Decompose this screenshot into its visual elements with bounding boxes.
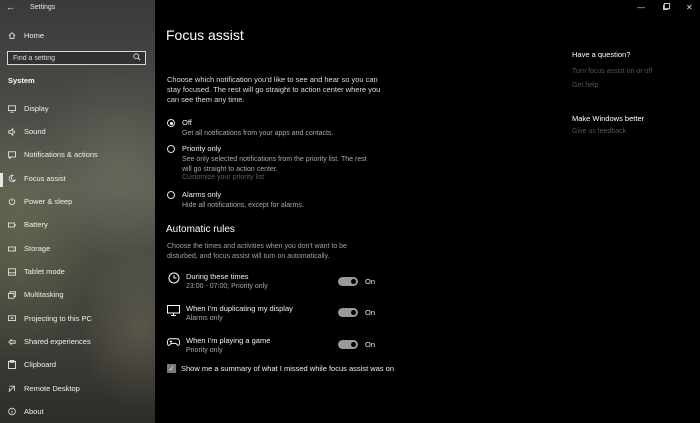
sidebar-item-label: Storage: [24, 244, 51, 253]
toggle-switch[interactable]: [338, 340, 358, 349]
sidebar-item-notifications[interactable]: Notifications & actions: [8, 150, 98, 159]
active-indicator: [0, 173, 3, 187]
info-icon: [8, 407, 16, 416]
rule-label: During these times: [186, 272, 249, 281]
sidebar-item-label: Home: [24, 31, 45, 40]
sidebar-item-label: Remote Desktop: [24, 384, 80, 393]
option-label: Off: [182, 118, 192, 127]
search-box[interactable]: [7, 51, 146, 65]
sidebar-item-label: Tablet mode: [24, 267, 65, 276]
display-icon: [8, 104, 16, 113]
sidebar-item-label: Display: [24, 104, 49, 113]
remote-desktop-icon: [8, 385, 16, 393]
sidebar-item-battery[interactable]: Battery: [8, 220, 48, 229]
sidebar-item-shared-experiences[interactable]: Shared experiences: [8, 337, 91, 346]
sidebar-item-label: Clipboard: [24, 360, 57, 369]
maximize-icon[interactable]: [663, 3, 670, 12]
sidebar-item-remote-desktop[interactable]: Remote Desktop: [8, 384, 80, 393]
clock-icon: [167, 272, 180, 284]
option-description: Hide all notifications, except for alarm…: [182, 202, 304, 209]
sidebar-item-tablet-mode[interactable]: Tablet mode: [8, 267, 65, 276]
page-title: Focus assist: [166, 27, 244, 43]
radio-button[interactable]: [167, 145, 175, 153]
sidebar-item-label: Projecting to this PC: [24, 314, 92, 323]
sidebar-item-label: Notifications & actions: [24, 150, 98, 159]
search-icon[interactable]: [133, 53, 141, 63]
sidebar-item-clipboard[interactable]: Clipboard: [8, 360, 56, 369]
customize-priority-link[interactable]: Customize your priority list: [182, 174, 377, 181]
sidebar-item-projecting[interactable]: Projecting to this PC: [8, 314, 92, 323]
sidebar-item-label: Power & sleep: [24, 197, 73, 206]
sidebar-item-label: Shared experiences: [24, 337, 91, 346]
sidebar-item-focus-assist[interactable]: Focus assist: [8, 174, 66, 183]
sidebar-item-label: Focus assist: [24, 174, 66, 183]
automatic-rules-title: Automatic rules: [166, 224, 235, 235]
tablet-icon: [8, 267, 16, 276]
sidebar-item-display[interactable]: Display: [8, 104, 49, 113]
sidebar-item-label: Sound: [24, 127, 46, 136]
shared-icon: [8, 338, 16, 346]
option-priority-only[interactable]: Priority only See only selected notifica…: [167, 144, 377, 181]
gamepad-icon: [167, 336, 180, 348]
clipboard-icon: [8, 360, 16, 369]
help-title: Have a question?: [572, 50, 631, 59]
sidebar-section-title: System: [8, 76, 35, 85]
rule-label: When I'm playing a game: [186, 336, 271, 345]
feedback-link[interactable]: Give us feedback: [572, 128, 626, 135]
sidebar-item-power-sleep[interactable]: Power & sleep: [8, 197, 72, 206]
toggle-switch[interactable]: [338, 308, 358, 317]
sidebar-item-multitasking[interactable]: Multitasking: [8, 290, 64, 299]
battery-icon: [8, 221, 16, 229]
sidebar-item-label: Multitasking: [24, 290, 64, 299]
storage-icon: [8, 245, 16, 253]
summary-checkbox[interactable]: ✓: [167, 364, 176, 373]
multitasking-icon: [8, 290, 16, 299]
speaker-icon: [8, 127, 16, 136]
summary-checkbox-label: Show me a summary of what I missed while…: [181, 364, 394, 373]
sidebar-item-label: Battery: [24, 220, 48, 229]
option-description: See only selected notifications from the…: [182, 156, 367, 173]
feedback-title: Make Windows better: [572, 114, 645, 123]
help-link-focus-assist[interactable]: Turn focus assist on or off: [572, 68, 652, 75]
rule-description: Alarms only: [186, 315, 223, 322]
minimize-icon[interactable]: —: [637, 3, 645, 12]
rules-intro-text: Choose the times and activities when you…: [167, 243, 347, 260]
rule-label: When I'm duplicating my display: [186, 304, 293, 313]
toggle-state: On: [365, 277, 376, 286]
intro-text: Choose which notification you'd like to …: [167, 75, 381, 104]
option-label: Priority only: [182, 144, 222, 153]
option-description: Get all notifications from your apps and…: [182, 130, 334, 137]
projector-icon: [8, 314, 16, 323]
search-input[interactable]: [8, 53, 130, 63]
toggle-state: On: [365, 308, 376, 317]
sidebar-item-home[interactable]: Home: [8, 31, 44, 40]
power-icon: [8, 197, 16, 206]
option-label: Alarms only: [182, 190, 222, 199]
monitor-icon: [167, 304, 180, 316]
notifications-icon: [8, 150, 16, 159]
moon-icon: [8, 174, 16, 183]
radio-button[interactable]: [167, 119, 175, 127]
option-off[interactable]: Off Get all notifications from your apps…: [167, 118, 333, 139]
home-icon: [8, 32, 16, 40]
back-arrow-icon[interactable]: ←: [6, 2, 15, 12]
checkmark-icon: ✓: [168, 365, 175, 373]
toggle-switch[interactable]: [338, 277, 358, 286]
sidebar-item-about[interactable]: About: [8, 407, 44, 416]
close-icon[interactable]: ✕: [686, 3, 693, 12]
sidebar-item-label: About: [24, 407, 44, 416]
radio-button[interactable]: [167, 191, 175, 199]
option-alarms-only[interactable]: Alarms only Hide all notifications, exce…: [167, 190, 304, 211]
rule-description: 23:00 - 07:00; Priority only: [186, 283, 268, 290]
rule-description: Priority only: [186, 347, 223, 354]
window-title: Settings: [30, 4, 56, 11]
sidebar: ← Settings Home System Display Sound Not…: [0, 0, 155, 423]
sidebar-item-storage[interactable]: Storage: [8, 244, 50, 253]
toggle-state: On: [365, 340, 376, 349]
sidebar-item-sound[interactable]: Sound: [8, 127, 46, 136]
help-link-get-help[interactable]: Get help: [572, 82, 598, 89]
